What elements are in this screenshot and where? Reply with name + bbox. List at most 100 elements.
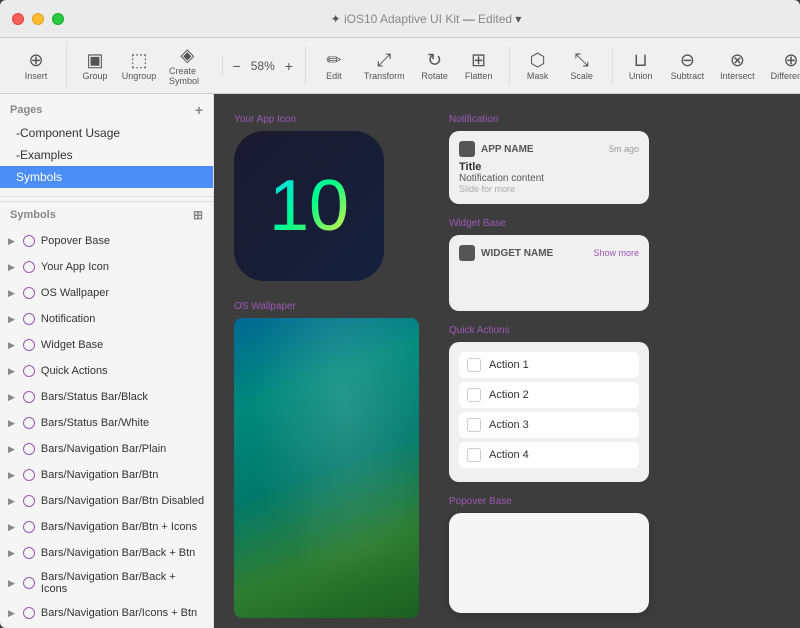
notif-title: Title	[459, 161, 639, 173]
action-item-3[interactable]: Action 3	[459, 412, 639, 438]
action-label-4: Action 4	[489, 449, 529, 461]
widget-base-label: Widget Base	[449, 218, 649, 229]
sidebar-item-nav-btn-disabled[interactable]: ▶ Bars/Navigation Bar/Btn Disabled	[0, 488, 213, 514]
app-icon-label: Your App Icon	[234, 114, 419, 125]
insert-icon: ⊕	[28, 51, 43, 69]
mask-button[interactable]: ⬡ Mask	[516, 47, 560, 85]
sidebar-item-component-usage[interactable]: -Component Usage	[0, 122, 213, 144]
expand-arrow-icon: ▶	[8, 392, 15, 403]
flatten-button[interactable]: ⊞ Flatten	[457, 47, 501, 85]
sidebar-item-nav-plain[interactable]: ▶ Bars/Navigation Bar/Plain	[0, 436, 213, 462]
create-symbol-button[interactable]: ◈ Create Symbol	[161, 42, 214, 90]
notif-app-icon	[459, 141, 475, 157]
action-item-4[interactable]: Action 4	[459, 442, 639, 468]
action-checkbox-3[interactable]	[467, 418, 481, 432]
sidebar-item-nav-btn[interactable]: ▶ Bars/Navigation Bar/Btn	[0, 462, 213, 488]
sidebar-item-nav-back-icons[interactable]: ▶ Bars/Navigation Bar/Back + Icons	[0, 566, 213, 600]
add-page-icon[interactable]: +	[195, 102, 203, 118]
intersect-button[interactable]: ⊗ Intersect	[712, 47, 763, 85]
widget-show-more[interactable]: Show more	[593, 248, 639, 258]
title-bar: ✦ iOS10 Adaptive UI Kit — Edited ▾	[0, 0, 800, 38]
notif-header: APP NAME 5m ago	[459, 141, 639, 157]
action-item-1[interactable]: Action 1	[459, 352, 639, 378]
sidebar-item-os-wallpaper[interactable]: ▶ OS Wallpaper	[0, 280, 213, 306]
expand-arrow-icon: ▶	[8, 366, 15, 377]
popover-section: Popover Base	[449, 496, 649, 613]
expand-arrow-icon: ▶	[8, 608, 15, 619]
symbol-label: Bars/Status Bar/White	[41, 417, 149, 429]
scale-icon: ⤡	[574, 51, 588, 69]
symbol-label: Bars/Navigation Bar/Back + Icons	[41, 571, 205, 595]
mask-icon: ⬡	[530, 51, 546, 69]
close-button[interactable]	[12, 13, 24, 25]
expand-arrow-icon: ▶	[8, 522, 15, 533]
symbols-list: ▶ Popover Base ▶ Your App Icon ▶ OS Wall…	[0, 228, 213, 628]
action-label-2: Action 2	[489, 389, 529, 401]
flatten-icon: ⊞	[471, 51, 486, 69]
sidebar-item-popover-base[interactable]: ▶ Popover Base	[0, 228, 213, 254]
widget-base-section: Widget Base WIDGET NAME Show more	[449, 218, 649, 311]
expand-arrow-icon: ▶	[8, 236, 15, 247]
symbol-label: Bars/Navigation Bar/Btn + Icons	[41, 521, 197, 533]
action-checkbox-4[interactable]	[467, 448, 481, 462]
notification-label: Notification	[449, 114, 649, 125]
subtract-button[interactable]: ⊖ Subtract	[663, 47, 713, 85]
symbol-label: OS Wallpaper	[41, 287, 109, 299]
sidebar-item-your-app-icon[interactable]: ▶ Your App Icon	[0, 254, 213, 280]
action-checkbox-1[interactable]	[467, 358, 481, 372]
ungroup-button[interactable]: ⬚ Ungroup	[117, 47, 161, 85]
group-button[interactable]: ▣ Group	[73, 47, 117, 85]
popover-box	[449, 513, 649, 613]
app-icon-preview[interactable]: 10	[234, 131, 384, 281]
toolbar-insert-group: ⊕ Insert	[8, 47, 64, 85]
symbol-preview-icon	[21, 337, 37, 353]
sidebar-item-nav-back-btn[interactable]: ▶ Bars/Navigation Bar/Back + Btn	[0, 540, 213, 566]
sidebar-item-symbols[interactable]: Symbols	[0, 166, 213, 188]
toolbar-bool-group: ⊔ Union ⊖ Subtract ⊗ Intersect ⊕ Differe…	[612, 47, 800, 85]
maximize-button[interactable]	[52, 13, 64, 25]
quick-actions-section: Quick Actions Action 1 Action 2 Actio	[449, 325, 649, 482]
widget-icon	[459, 245, 475, 261]
zoom-value: 58%	[245, 59, 281, 73]
canvas-column-1: Your App Icon 10 OS Wallpaper	[234, 114, 419, 608]
difference-button[interactable]: ⊕ Difference	[763, 47, 800, 85]
sidebar-item-widget-base[interactable]: ▶ Widget Base	[0, 332, 213, 358]
sidebar-item-bars-status-black[interactable]: ▶ Bars/Status Bar/Black	[0, 384, 213, 410]
edit-button[interactable]: ✏ Edit	[312, 47, 356, 85]
expand-arrow-icon: ▶	[8, 340, 15, 351]
expand-arrow-icon: ▶	[8, 470, 15, 481]
pages-label: Pages	[10, 104, 42, 116]
union-button[interactable]: ⊔ Union	[619, 47, 663, 85]
ungroup-icon: ⬚	[130, 51, 147, 69]
sidebar-item-nav-btn-icons[interactable]: ▶ Bars/Navigation Bar/Btn + Icons	[0, 514, 213, 540]
sidebar-item-nav-icons-btn[interactable]: ▶ Bars/Navigation Bar/Icons + Btn	[0, 600, 213, 626]
symbol-label: Notification	[41, 313, 95, 325]
scale-button[interactable]: ⤡ Scale	[560, 47, 604, 85]
sidebar-item-notification[interactable]: ▶ Notification	[0, 306, 213, 332]
action-checkbox-2[interactable]	[467, 388, 481, 402]
sidebar-item-quick-actions[interactable]: ▶ Quick Actions	[0, 358, 213, 384]
expand-arrow-icon: ▶	[8, 288, 15, 299]
zoom-out-button[interactable]: −	[229, 56, 245, 76]
transform-button[interactable]: ⤢ Transform	[356, 47, 413, 85]
sidebar-item-bars-status-white[interactable]: ▶ Bars/Status Bar/White	[0, 410, 213, 436]
subtract-icon: ⊖	[680, 51, 695, 69]
symbol-preview-icon	[21, 389, 37, 405]
symbols-options-icon[interactable]: ⊞	[193, 208, 203, 222]
widget-row: WIDGET NAME Show more	[459, 245, 639, 261]
symbol-preview-icon	[21, 519, 37, 535]
wallpaper-section: OS Wallpaper	[234, 301, 419, 618]
transform-icon: ⤢	[377, 51, 391, 69]
notif-content: Notification content	[459, 173, 639, 184]
minimize-button[interactable]	[32, 13, 44, 25]
action-item-2[interactable]: Action 2	[459, 382, 639, 408]
app-window: ✦ iOS10 Adaptive UI Kit — Edited ▾ ⊕ Ins…	[0, 0, 800, 628]
sidebar-item-examples[interactable]: -Examples	[0, 144, 213, 166]
traffic-lights	[12, 13, 64, 25]
insert-button[interactable]: ⊕ Insert	[14, 47, 58, 85]
rotate-button[interactable]: ↻ Rotate	[413, 47, 457, 85]
notification-card: APP NAME 5m ago Title Notification conte…	[449, 131, 649, 204]
symbol-preview-icon	[21, 233, 37, 249]
zoom-in-button[interactable]: +	[281, 56, 297, 76]
wallpaper-preview[interactable]	[234, 318, 419, 618]
